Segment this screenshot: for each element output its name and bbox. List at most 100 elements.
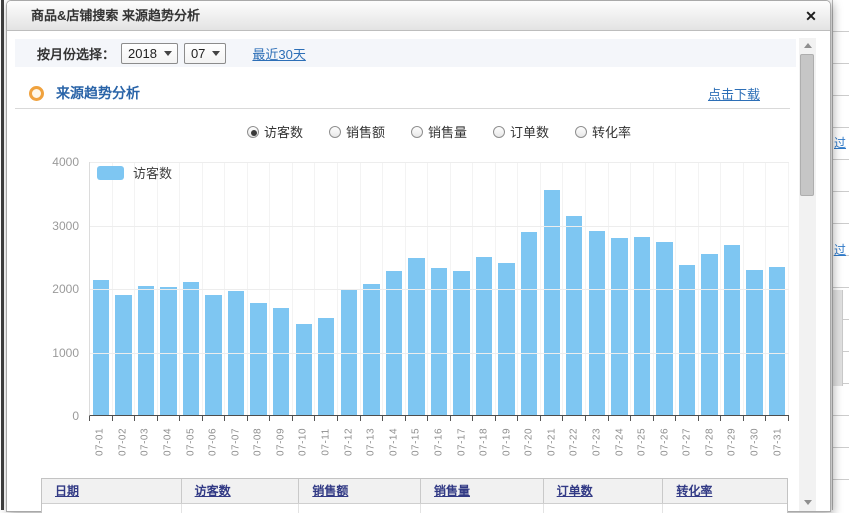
column-header-orders[interactable]: 订单数	[544, 479, 664, 503]
bar-07-05[interactable]	[183, 282, 199, 415]
year-select[interactable]: 2018	[121, 43, 178, 64]
vertical-scrollbar[interactable]	[799, 38, 816, 511]
year-select-value: 2018	[128, 46, 157, 61]
column-header-visitors[interactable]: 访客数	[182, 479, 300, 503]
bar-07-06[interactable]	[205, 295, 221, 415]
column-header-sales-volume[interactable]: 销售量	[421, 479, 544, 503]
x-axis-label-cell: 07-17	[450, 420, 473, 464]
y-axis: 01000200030004000	[7, 162, 79, 416]
chevron-down-icon	[164, 51, 172, 56]
gridline	[90, 162, 789, 163]
x-axis-label-cell: 07-12	[337, 420, 360, 464]
chevron-down-icon	[212, 51, 220, 56]
radio-icon	[329, 126, 341, 138]
bar-07-23[interactable]	[589, 231, 605, 415]
metric-radio-label: 订单数	[510, 122, 549, 141]
radio-icon	[411, 126, 423, 138]
scroll-up-button[interactable]	[799, 38, 816, 53]
bar-07-11[interactable]	[318, 318, 334, 415]
background-partial-link[interactable]: 过	[834, 240, 846, 259]
x-axis-tick-label: 07-25	[637, 428, 648, 456]
metric-radio-2[interactable]: 销售量	[411, 122, 467, 141]
x-axis-label-cell: 07-02	[112, 420, 135, 464]
dialog-title: 商品&店铺搜索 来源趋势分析	[7, 1, 830, 31]
metric-radio-3[interactable]: 订单数	[493, 122, 549, 141]
bar-07-13[interactable]	[363, 284, 379, 415]
background-partial-link[interactable]: 过	[834, 133, 846, 152]
bar-07-26[interactable]	[656, 242, 672, 415]
bar-07-19[interactable]	[498, 263, 514, 415]
table-row	[42, 504, 787, 513]
bar-07-03[interactable]	[138, 286, 154, 415]
column-header-sales-amount[interactable]: 销售额	[299, 479, 421, 503]
x-axis-tick-label: 07-18	[479, 428, 490, 456]
bar-07-29[interactable]	[724, 245, 740, 415]
column-header-date[interactable]: 日期	[42, 479, 182, 503]
x-axis-tick-label: 07-30	[750, 428, 761, 456]
x-axis-tick-label: 07-14	[388, 428, 399, 456]
download-link[interactable]: 点击下载	[708, 84, 760, 103]
metric-radio-4[interactable]: 转化率	[575, 122, 631, 141]
x-axis-label-cell: 07-08	[247, 420, 270, 464]
detail-table-header: 日期 访客数 销售额 销售量 订单数 转化率	[42, 479, 787, 504]
x-axis-label-cell: 07-30	[744, 420, 767, 464]
x-axis-label-cell: 07-01	[89, 420, 112, 464]
bar-07-24[interactable]	[611, 238, 627, 415]
background-page-cell	[833, 290, 843, 386]
month-select[interactable]: 07	[184, 43, 226, 64]
bar-07-15[interactable]	[408, 258, 424, 415]
column-header-conversion[interactable]: 转化率	[663, 479, 787, 503]
bar-07-28[interactable]	[701, 254, 717, 415]
radio-icon	[493, 126, 505, 138]
bar-07-22[interactable]	[566, 216, 582, 415]
bar-07-25[interactable]	[634, 237, 650, 415]
bar-07-30[interactable]	[746, 270, 762, 415]
x-axis-tick-label: 07-27	[682, 428, 693, 456]
x-axis-tick-label: 07-11	[321, 428, 332, 455]
x-axis-tick-label: 07-12	[343, 428, 354, 456]
x-axis-label-cell: 07-22	[563, 420, 586, 464]
scroll-down-button[interactable]	[799, 495, 816, 510]
metric-radio-1[interactable]: 销售额	[329, 122, 385, 141]
x-axis-tick-label: 07-17	[456, 428, 467, 456]
x-axis-label-cell: 07-20	[518, 420, 541, 464]
x-axis-tick-label: 07-26	[659, 428, 670, 456]
close-icon[interactable]: ✕	[801, 6, 821, 26]
metric-radio-label: 销售量	[428, 122, 467, 141]
x-axis-tick-label: 07-07	[230, 428, 241, 456]
x-axis-tick-label: 07-02	[117, 428, 128, 456]
x-axis-labels: 07-0107-0207-0307-0407-0507-0607-0707-08…	[89, 420, 789, 464]
x-axis-label-cell: 07-13	[360, 420, 383, 464]
chart-legend[interactable]: 访客数	[97, 163, 172, 182]
y-axis-tick-label: 3000	[7, 219, 79, 233]
bar-07-14[interactable]	[386, 271, 402, 415]
bar-07-18[interactable]	[476, 257, 492, 415]
scrollbar-thumb[interactable]	[800, 54, 814, 196]
bar-07-27[interactable]	[679, 265, 695, 415]
bar-07-01[interactable]	[93, 280, 109, 415]
x-axis-tick-label: 07-10	[298, 428, 309, 456]
x-axis-tick-label: 07-22	[569, 428, 580, 456]
dialog-titlebar[interactable]: 商品&店铺搜索 来源趋势分析 ✕	[7, 1, 830, 31]
x-axis-label-cell: 07-23	[586, 420, 609, 464]
bar-07-10[interactable]	[296, 324, 312, 415]
x-axis-tick-label: 07-24	[614, 428, 625, 456]
x-axis-tick-label: 07-06	[208, 428, 219, 456]
x-axis-label-cell: 07-07	[224, 420, 247, 464]
metric-radio-0[interactable]: 访客数	[247, 122, 303, 141]
bar-07-09[interactable]	[273, 308, 289, 415]
bar-07-16[interactable]	[431, 268, 447, 415]
x-axis-label-cell: 07-29	[721, 420, 744, 464]
bar-07-17[interactable]	[453, 271, 469, 415]
x-axis-tick-label: 07-15	[411, 428, 422, 456]
y-axis-tick-label: 0	[7, 409, 79, 423]
bar-07-20[interactable]	[521, 232, 537, 415]
bar-07-04[interactable]	[160, 287, 176, 415]
bar-07-02[interactable]	[115, 295, 131, 415]
x-axis-tick-label: 07-04	[163, 428, 174, 456]
recent-30-days-link[interactable]: 最近30天	[252, 44, 305, 63]
bar-07-21[interactable]	[544, 190, 560, 415]
section-heading-row: 来源趋势分析 点击下载	[15, 80, 796, 106]
bar-07-08[interactable]	[250, 303, 266, 415]
metric-radio-label: 访客数	[264, 122, 303, 141]
